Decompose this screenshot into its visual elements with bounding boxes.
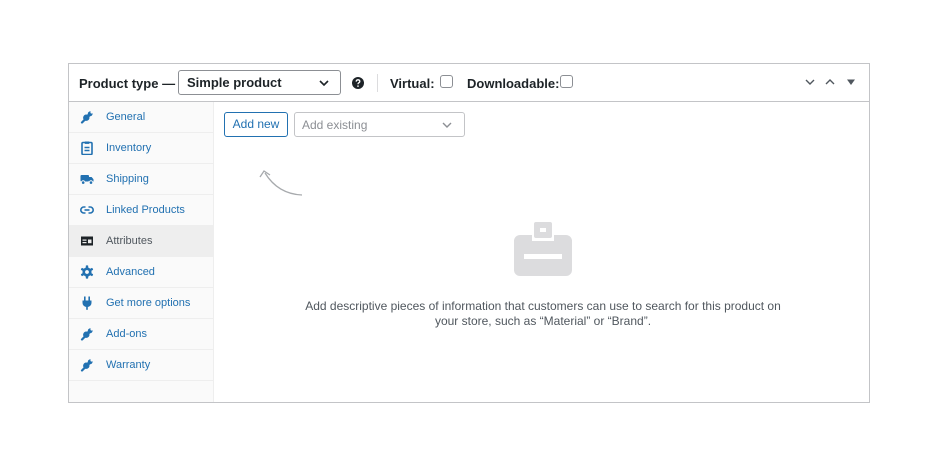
downloadable-checkbox[interactable] xyxy=(560,75,573,88)
tab-linked-products[interactable]: Linked Products xyxy=(69,195,213,226)
tab-label: Warranty xyxy=(106,359,151,371)
tab-add-ons[interactable]: Add-ons xyxy=(69,319,213,350)
tab-warranty[interactable]: Warranty xyxy=(69,350,213,381)
gear-icon xyxy=(80,265,94,279)
tab-attributes[interactable]: Attributes xyxy=(69,226,213,257)
add-existing-placeholder: Add existing xyxy=(302,118,368,132)
wrench-icon xyxy=(80,359,93,372)
tab-label: Linked Products xyxy=(106,204,185,216)
add-new-button[interactable]: Add new xyxy=(224,112,288,137)
product-data-panel: Product type — Simple product Virtual: D… xyxy=(68,63,870,403)
truck-icon xyxy=(80,175,94,185)
tab-label: Advanced xyxy=(106,266,155,278)
attributes-panel: Add new Add existing Add descriptive pie… xyxy=(214,102,869,402)
header-divider xyxy=(377,74,378,92)
chevron-down-icon[interactable] xyxy=(804,76,816,88)
tab-label: Shipping xyxy=(106,173,149,185)
attributes-empty-icon xyxy=(514,222,572,276)
product-type-select[interactable]: Simple product xyxy=(178,70,341,95)
tab-inventory[interactable]: Inventory xyxy=(69,133,213,164)
clipboard-icon xyxy=(81,141,93,155)
tab-label: Add-ons xyxy=(106,328,147,340)
tab-shipping[interactable]: Shipping xyxy=(69,164,213,195)
chevron-down-icon xyxy=(319,80,329,87)
plug-icon xyxy=(82,296,92,310)
tab-get-more-options[interactable]: Get more options xyxy=(69,288,213,319)
tab-label: Attributes xyxy=(106,235,153,247)
product-type-value: Simple product xyxy=(187,75,282,90)
wrench-icon xyxy=(80,328,93,341)
downloadable-label: Downloadable: xyxy=(467,76,560,91)
attributes-icon xyxy=(81,236,93,246)
tab-general[interactable]: General xyxy=(69,102,213,133)
help-icon[interactable] xyxy=(352,77,364,89)
link-icon xyxy=(80,206,94,214)
curved-arrow-icon xyxy=(259,170,303,196)
virtual-checkbox[interactable] xyxy=(440,75,453,88)
tab-advanced[interactable]: Advanced xyxy=(69,257,213,288)
chevron-down-icon xyxy=(442,122,452,128)
product-data-header: Product type — Simple product Virtual: D… xyxy=(69,64,869,102)
tab-label: General xyxy=(106,111,146,123)
product-type-label: Product type — xyxy=(79,76,176,91)
tab-label: Inventory xyxy=(106,142,152,154)
chevron-up-icon[interactable] xyxy=(824,76,836,88)
tab-label: Get more options xyxy=(106,297,191,309)
empty-state-message: Add descriptive pieces of information th… xyxy=(305,299,781,328)
virtual-label: Virtual: xyxy=(390,76,435,91)
toggle-panel-icon[interactable] xyxy=(845,76,857,88)
wrench-icon xyxy=(80,111,93,124)
add-existing-select[interactable]: Add existing xyxy=(294,112,465,137)
product-data-tabs: General Inventory Shipping Linked Produc… xyxy=(69,102,214,402)
